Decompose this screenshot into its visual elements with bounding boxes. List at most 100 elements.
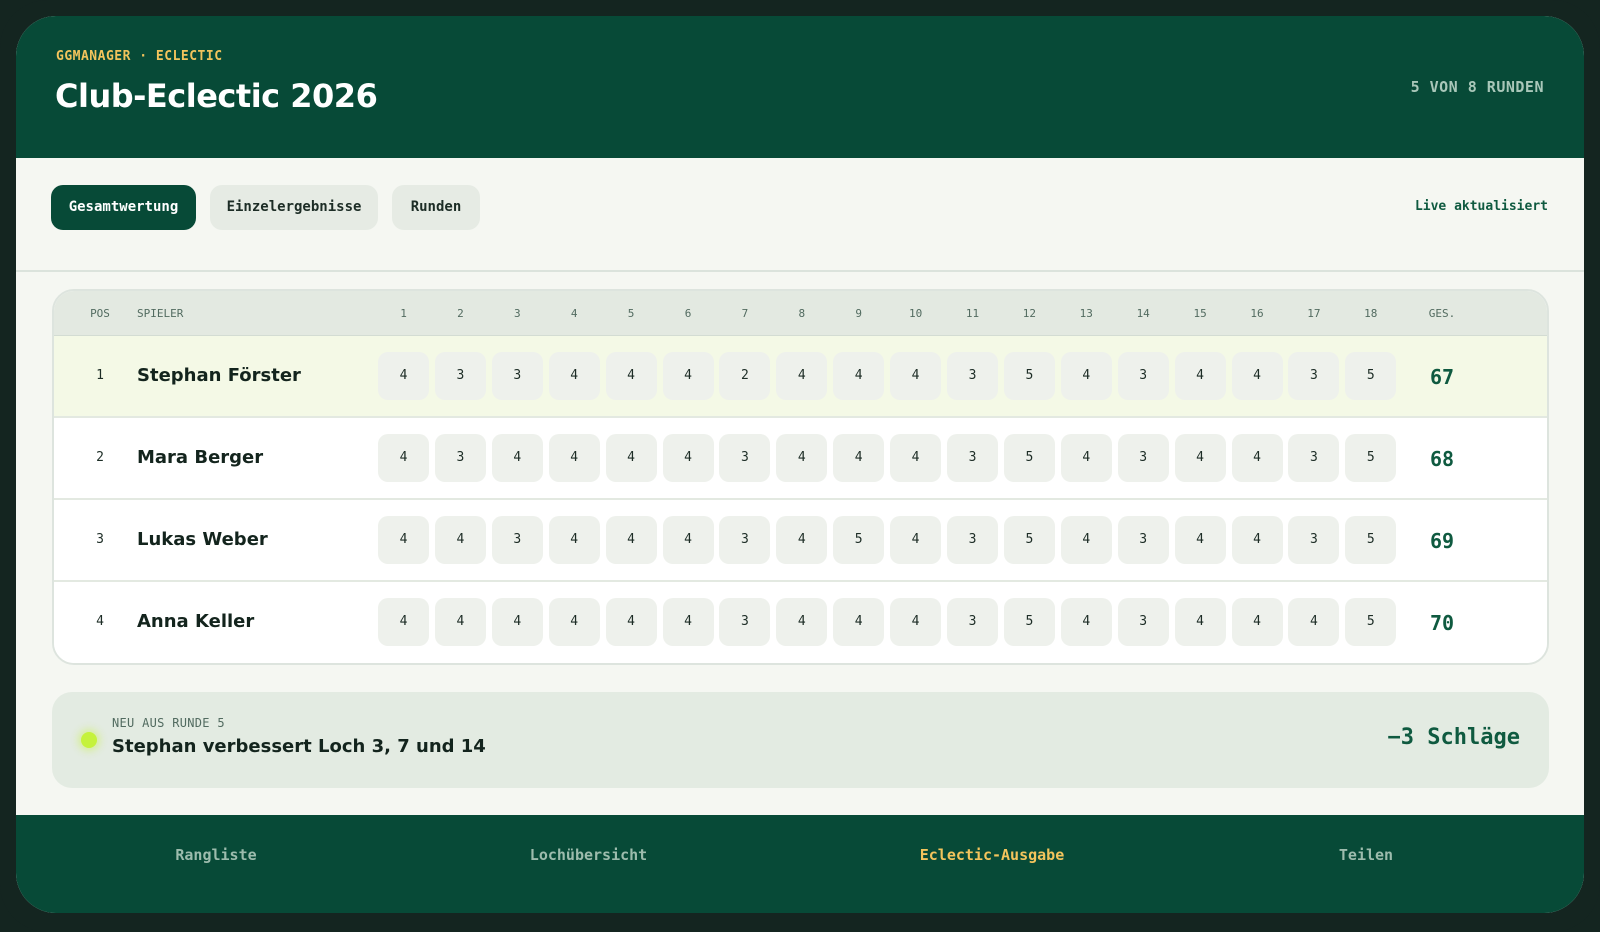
hole-score: 4 xyxy=(1174,516,1226,564)
header-hole: 13 xyxy=(1079,307,1093,320)
hole-score: 5 xyxy=(1003,434,1055,482)
header-hole: 3 xyxy=(513,307,521,320)
hole-score: 4 xyxy=(662,434,714,482)
header-hole: 5 xyxy=(627,307,635,320)
hole-score: 4 xyxy=(548,352,600,400)
hole-score: 4 xyxy=(491,434,543,482)
header-hole: 8 xyxy=(798,307,806,320)
hole-score: 3 xyxy=(1288,434,1340,482)
hole-score: 3 xyxy=(947,516,998,564)
device-frame: GGMANAGER · ECLECTIC Club-Eclectic 2026 … xyxy=(0,0,1600,932)
hole-score: 4 xyxy=(548,434,600,482)
header-hole: 2 xyxy=(457,307,464,320)
hole-score: 3 xyxy=(1117,352,1169,400)
hole-score: 4 xyxy=(1231,516,1283,564)
hole-score: 3 xyxy=(947,352,998,400)
row-total: 69 xyxy=(1429,529,1455,553)
hole-score: 3 xyxy=(947,434,998,482)
hole-score: 3 xyxy=(719,516,771,564)
hole-score: 4 xyxy=(1174,598,1226,646)
hole-score: 4 xyxy=(890,352,942,400)
brand-label: GGMANAGER · ECLECTIC xyxy=(56,49,223,64)
hole-score: 4 xyxy=(491,598,543,646)
hole-score: 5 xyxy=(1003,352,1055,400)
hole-score: 3 xyxy=(1288,516,1340,564)
hole-score: 4 xyxy=(1231,434,1283,482)
table-header: POS SPIELER GES. 1 2 3 4 5 6 7 8 9 10 11 12 13 14 15 16… xyxy=(54,291,1547,336)
hole-score: 4 xyxy=(1060,598,1112,646)
hole-score: 4 xyxy=(1288,598,1340,646)
table-row[interactable]: 3 Lukas Weber 4 4 3 4 4 4 3 4 5 4 3 5 4 3 4 4 3 5 69 xyxy=(54,500,1547,582)
hole-score: 4 xyxy=(605,598,657,646)
rounds-status: 5 VON 8 RUNDEN xyxy=(1410,78,1544,96)
header-hole: 4 xyxy=(570,307,578,320)
header-hole: 16 xyxy=(1250,307,1264,320)
row-player-name: Lukas Weber xyxy=(137,529,268,550)
tab-gesamtwertung[interactable]: Gesamtwertung xyxy=(51,185,196,230)
hole-score: 3 xyxy=(491,516,543,564)
hole-score: 4 xyxy=(378,434,429,482)
nav-teilen[interactable]: Teilen xyxy=(1321,815,1411,895)
row-player-name: Anna Keller xyxy=(137,611,255,632)
hole-score: 4 xyxy=(378,598,429,646)
header-total: GES. xyxy=(1428,307,1456,320)
header-hole: 10 xyxy=(908,307,923,320)
header-hole: 6 xyxy=(684,307,692,320)
header-hole: 1 xyxy=(400,307,407,320)
hole-score: 5 xyxy=(1003,516,1055,564)
header-hole: 18 xyxy=(1364,307,1378,320)
hole-score: 3 xyxy=(434,434,486,482)
leaderboard-table: POS SPIELER GES. 1 2 3 4 5 6 7 8 9 10 11 12 13 14 15 16… xyxy=(52,289,1549,665)
live-indicator-icon xyxy=(81,732,97,748)
row-position: 3 xyxy=(96,532,104,547)
hole-score: 5 xyxy=(833,516,885,564)
table-row[interactable]: 4 Anna Keller 4 4 4 4 4 4 3 4 4 4 3 5 4 3 4 4 4 5 70 xyxy=(54,582,1547,663)
row-position: 2 xyxy=(96,450,104,465)
table-row[interactable]: 1 Stephan Förster 4 3 3 4 4 4 2 4 4 4 3 5 4 3 4 4 3 5 67 xyxy=(54,336,1547,418)
hole-score: 2 xyxy=(719,352,771,400)
row-total: 68 xyxy=(1429,447,1455,471)
hole-score: 3 xyxy=(719,434,771,482)
hole-score: 4 xyxy=(776,516,828,564)
tab-einzelergebnisse[interactable]: Einzelergebnisse xyxy=(210,185,378,230)
hole-score: 3 xyxy=(491,352,543,400)
row-total: 70 xyxy=(1429,611,1455,635)
hole-score: 4 xyxy=(1060,352,1112,400)
hole-score: 4 xyxy=(833,598,885,646)
hole-score: 4 xyxy=(1174,352,1226,400)
app-header: GGMANAGER · ECLECTIC Club-Eclectic 2026 … xyxy=(16,16,1584,158)
hole-score: 4 xyxy=(1174,434,1226,482)
hole-score: 5 xyxy=(1345,352,1397,400)
news-tag: NEU AUS RUNDE 5 xyxy=(112,716,225,730)
header-pos: POS xyxy=(90,307,110,320)
header-hole: 7 xyxy=(741,307,749,320)
hole-score: 4 xyxy=(378,516,429,564)
tab-runden[interactable]: Runden xyxy=(392,185,480,230)
hole-score: 4 xyxy=(434,598,486,646)
hole-score: 4 xyxy=(890,434,942,482)
app-screen: GGMANAGER · ECLECTIC Club-Eclectic 2026 … xyxy=(16,16,1584,913)
table-row[interactable]: 2 Mara Berger 4 3 4 4 4 4 3 4 4 4 3 5 4 3 4 4 3 5 68 xyxy=(54,418,1547,500)
hole-score: 4 xyxy=(833,434,885,482)
hole-score: 5 xyxy=(1345,434,1397,482)
hole-score: 4 xyxy=(662,352,714,400)
hole-score: 3 xyxy=(434,352,486,400)
hole-score: 4 xyxy=(1231,598,1283,646)
row-player-name: Stephan Förster xyxy=(137,365,301,386)
nav-lochuebersicht[interactable]: Lochübersicht xyxy=(516,815,661,895)
hole-score: 4 xyxy=(776,598,828,646)
header-hole: 9 xyxy=(855,307,862,320)
hole-score: 3 xyxy=(1117,434,1169,482)
nav-eclectic-ausgabe[interactable]: Eclectic-Ausgabe xyxy=(911,815,1073,895)
nav-rangliste[interactable]: Rangliste xyxy=(156,815,276,895)
hole-score: 4 xyxy=(662,598,714,646)
hole-score: 4 xyxy=(548,598,600,646)
hole-score: 4 xyxy=(605,516,657,564)
news-delta: −3 Schläge xyxy=(1387,725,1520,750)
header-hole: 14 xyxy=(1136,307,1150,320)
row-total: 67 xyxy=(1429,365,1455,389)
hole-score: 3 xyxy=(1117,516,1169,564)
hole-score: 5 xyxy=(1345,516,1397,564)
hole-score: 5 xyxy=(1345,598,1397,646)
hole-score: 4 xyxy=(1060,434,1112,482)
